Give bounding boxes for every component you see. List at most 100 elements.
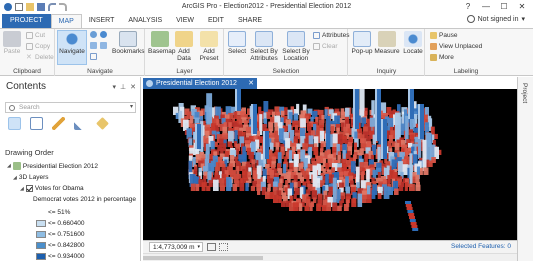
- county-extrusion[interactable]: [405, 201, 411, 204]
- county-extrusion[interactable]: [418, 138, 422, 159]
- select-by-attributes-button[interactable]: Select By Attributes: [249, 31, 279, 62]
- county-extrusion[interactable]: [186, 128, 192, 139]
- locate-button[interactable]: Locate: [402, 31, 424, 55]
- county-extrusion[interactable]: [357, 193, 363, 207]
- county-extrusion[interactable]: [428, 160, 433, 168]
- view-unplaced-button[interactable]: View Unplaced: [430, 43, 482, 50]
- county-extrusion[interactable]: [245, 182, 249, 191]
- county-extrusion[interactable]: [415, 184, 421, 191]
- grid-icon[interactable]: [219, 243, 228, 251]
- full-extent-button[interactable]: [100, 31, 107, 38]
- county-extrusion[interactable]: [309, 202, 313, 211]
- contents-search-input[interactable]: Search ▾: [5, 102, 136, 113]
- county-extrusion[interactable]: [406, 207, 413, 210]
- county-extrusion[interactable]: [377, 193, 382, 199]
- chevron-down-icon[interactable]: ▾: [130, 103, 133, 112]
- county-extrusion[interactable]: [243, 152, 247, 163]
- county-extrusion[interactable]: [316, 203, 321, 211]
- data-source-icon[interactable]: [30, 117, 43, 130]
- county-extrusion[interactable]: [410, 222, 417, 225]
- county-extrusion[interactable]: [201, 182, 206, 191]
- tree-3d-layers[interactable]: ◢ 3D Layers: [13, 174, 48, 181]
- county-extrusion[interactable]: [250, 185, 256, 191]
- tab-catalog-project[interactable]: Project: [521, 83, 528, 103]
- county-extrusion[interactable]: [425, 132, 432, 163]
- legend-swatch[interactable]: [36, 242, 46, 249]
- add-data-button[interactable]: Add Data: [174, 31, 194, 62]
- county-extrusion[interactable]: [415, 174, 420, 183]
- tab-view[interactable]: VIEW: [169, 14, 201, 28]
- tab-map[interactable]: MAP: [50, 14, 82, 28]
- county-extrusion[interactable]: [337, 205, 342, 211]
- selected-features-count[interactable]: Selected Features: 0: [451, 243, 511, 250]
- county-extrusion[interactable]: [366, 194, 372, 203]
- county-extrusion[interactable]: [405, 115, 409, 143]
- county-extrusion[interactable]: [234, 130, 238, 143]
- county-extrusion[interactable]: [281, 201, 286, 207]
- select-button[interactable]: Select: [227, 31, 247, 55]
- county-extrusion[interactable]: [269, 170, 275, 179]
- county-extrusion[interactable]: [394, 142, 400, 151]
- county-extrusion[interactable]: [275, 142, 280, 151]
- pencil-icon[interactable]: [52, 117, 65, 130]
- next-extent-button[interactable]: [100, 42, 107, 49]
- cut-button[interactable]: Cut: [26, 32, 45, 39]
- county-extrusion[interactable]: [236, 166, 240, 175]
- account-menu[interactable]: Not signed in ▾: [466, 15, 525, 23]
- select-by-location-button[interactable]: Select By Location: [281, 31, 311, 62]
- snapping-icon[interactable]: [74, 117, 87, 130]
- copy-button[interactable]: Copy: [26, 43, 50, 50]
- county-extrusion[interactable]: [257, 188, 261, 195]
- go-to-xy-button[interactable]: [90, 53, 97, 60]
- county-extrusion[interactable]: [232, 183, 238, 191]
- legend-swatch[interactable]: [36, 231, 46, 238]
- tree-map[interactable]: ◢ Presidential Election 2012: [7, 162, 98, 170]
- county-extrusion[interactable]: [405, 204, 412, 207]
- collapse-icon[interactable]: ◢: [7, 163, 11, 169]
- county-extrusion[interactable]: [351, 198, 357, 208]
- previous-extent-button[interactable]: [90, 42, 97, 49]
- county-extrusion[interactable]: [383, 186, 390, 199]
- county-extrusion[interactable]: [422, 139, 427, 171]
- county-extrusion[interactable]: [409, 183, 415, 191]
- close-pane-icon[interactable]: ✕: [130, 83, 136, 91]
- tree-votes-layer[interactable]: ◢ Votes for Obama: [20, 185, 84, 192]
- county-extrusion[interactable]: [206, 185, 211, 191]
- layer-visibility-checkbox[interactable]: [25, 185, 33, 192]
- open-folder-icon[interactable]: [26, 3, 34, 11]
- tab-analysis[interactable]: ANALYSIS: [121, 14, 169, 28]
- county-extrusion[interactable]: [239, 183, 245, 191]
- county-extrusion[interactable]: [409, 216, 415, 219]
- basemap-button[interactable]: Basemap: [148, 31, 175, 55]
- county-extrusion[interactable]: [228, 130, 234, 143]
- paste-button[interactable]: Paste: [2, 31, 22, 55]
- county-extrusion[interactable]: [411, 225, 418, 228]
- county-extrusion[interactable]: [194, 166, 198, 176]
- measure-button[interactable]: Measure: [374, 31, 400, 55]
- navigate-button[interactable]: Navigate: [58, 31, 86, 55]
- county-extrusion[interactable]: [423, 167, 429, 175]
- minimize-button[interactable]: —: [477, 1, 495, 13]
- close-tab-icon[interactable]: ✕: [248, 78, 254, 89]
- county-extrusion[interactable]: [265, 191, 270, 199]
- horizontal-scrollbar[interactable]: [143, 253, 517, 261]
- county-extrusion[interactable]: [359, 89, 365, 119]
- map-view[interactable]: [143, 89, 517, 240]
- more-button[interactable]: More: [430, 54, 454, 61]
- pane-menu-icon[interactable]: ▾: [113, 83, 117, 91]
- county-extrusion[interactable]: [332, 202, 338, 212]
- county-extrusion[interactable]: [361, 194, 367, 203]
- tab-project[interactable]: PROJECT: [2, 14, 51, 28]
- bookmarks-button[interactable]: Bookmarks: [112, 31, 145, 55]
- county-extrusion[interactable]: [404, 182, 408, 191]
- county-extrusion[interactable]: [242, 170, 248, 179]
- county-extrusion[interactable]: [398, 185, 404, 191]
- legend-swatch[interactable]: [36, 253, 46, 260]
- zoom-in-button[interactable]: [90, 31, 97, 38]
- labeling-icon[interactable]: [96, 117, 109, 130]
- county-extrusion[interactable]: [343, 203, 349, 211]
- county-extrusion[interactable]: [394, 188, 399, 196]
- tab-map-view[interactable]: Presidential Election 2012 ✕: [143, 78, 257, 89]
- county-extrusion[interactable]: [319, 130, 324, 143]
- county-extrusion[interactable]: [325, 116, 331, 151]
